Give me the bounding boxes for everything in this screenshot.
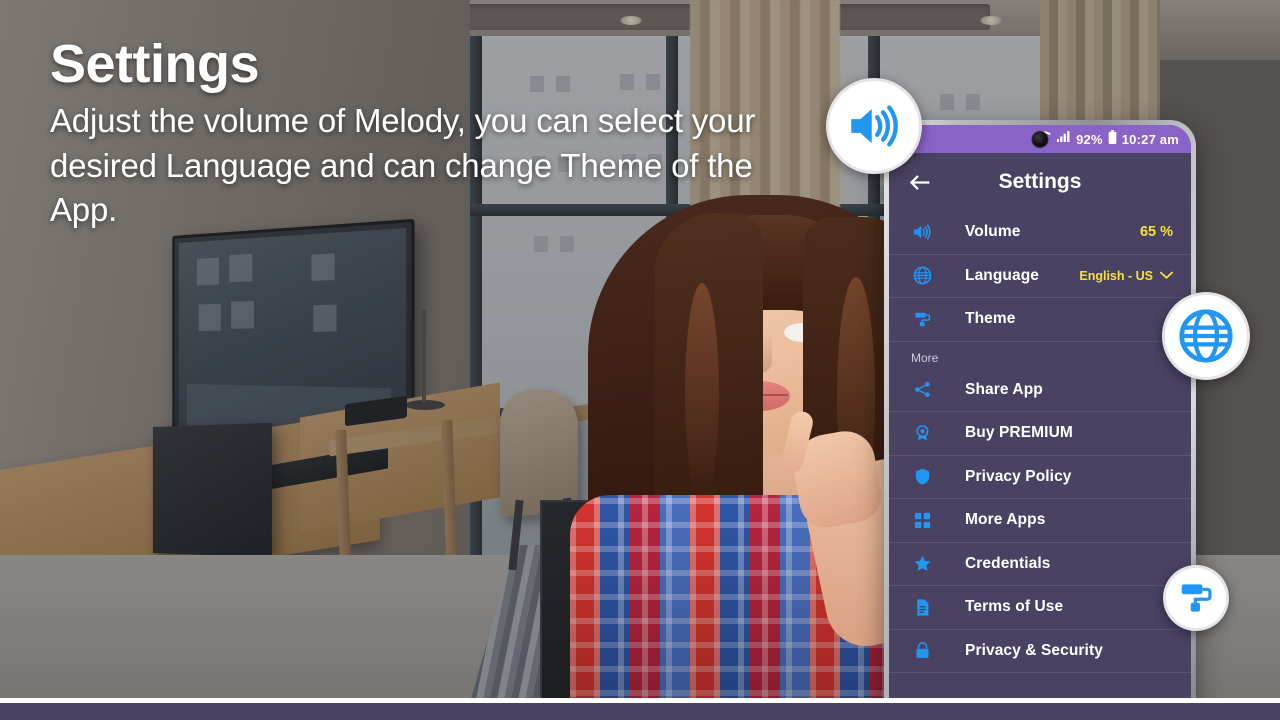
- settings-row-label: Privacy Policy: [965, 467, 1072, 485]
- promo-screenshot: Settings Adjust the volume of Melody, yo…: [0, 0, 1280, 720]
- signal-bars-icon: [1057, 130, 1071, 148]
- settings-row-theme[interactable]: Theme: [889, 298, 1191, 342]
- lock-icon: [911, 640, 933, 662]
- front-camera-punch-hole: [1031, 131, 1049, 148]
- language-value: English - US: [1079, 268, 1153, 283]
- volume-value: 65 %: [1139, 224, 1173, 241]
- app-bar: Settings: [889, 153, 1191, 211]
- settings-row-buy-premium[interactable]: Buy PREMIUM: [889, 412, 1191, 456]
- apps-icon: [911, 509, 933, 531]
- language-badge: [1162, 292, 1250, 380]
- settings-row-credentials[interactable]: Credentials: [889, 543, 1191, 586]
- settings-row-privacy-security[interactable]: Privacy & Security: [889, 630, 1191, 673]
- theme-badge: [1163, 565, 1229, 631]
- shield-icon: [911, 466, 933, 488]
- paint-roller-icon: [911, 308, 933, 330]
- app-bar-title: Settings: [998, 170, 1082, 193]
- section-header-more: More: [911, 350, 939, 365]
- globe-icon: [911, 265, 933, 287]
- settings-row-label: Privacy & Security: [965, 641, 1103, 659]
- settings-row-label: Theme: [965, 310, 1016, 328]
- settings-row-label: Buy PREMIUM: [965, 424, 1073, 442]
- page-title: Settings: [50, 34, 260, 94]
- volume-badge: [826, 78, 922, 174]
- star-icon: [911, 553, 933, 575]
- back-arrow-icon[interactable]: [905, 168, 933, 196]
- settings-row-label: Terms of Use: [965, 598, 1064, 616]
- settings-row-label: Volume: [965, 223, 1021, 241]
- settings-row-more-apps[interactable]: More Apps: [889, 499, 1191, 543]
- medal-icon: [911, 422, 933, 444]
- settings-list: Volume 65 % Language English - US Theme …: [889, 211, 1191, 673]
- status-time: 10:27 am: [1121, 131, 1179, 147]
- settings-row-label: More Apps: [965, 511, 1046, 529]
- settings-row-label: Credentials: [965, 554, 1051, 572]
- settings-row-terms-of-use[interactable]: Terms of Use: [889, 586, 1191, 630]
- settings-row-label: Share App: [965, 380, 1043, 398]
- settings-row-privacy-policy[interactable]: Privacy Policy: [889, 456, 1191, 499]
- settings-row-language[interactable]: Language English - US: [889, 255, 1191, 298]
- settings-row-label: Language: [965, 266, 1040, 284]
- share-icon: [911, 379, 933, 401]
- document-icon: [911, 596, 933, 618]
- settings-row-share-app[interactable]: Share App: [889, 369, 1191, 412]
- battery-percent: 92%: [1076, 131, 1103, 147]
- chevron-down-icon[interactable]: [1160, 271, 1173, 280]
- phone-screen: 92% 10:27 am Settings Volume 65 % Langua…: [889, 125, 1191, 720]
- settings-row-volume[interactable]: Volume 65 %: [889, 211, 1191, 255]
- status-bar: 92% 10:27 am: [889, 125, 1191, 153]
- phone-mockup: 92% 10:27 am Settings Volume 65 % Langua…: [884, 120, 1196, 720]
- battery-icon: [1108, 129, 1117, 149]
- bottom-bar: [0, 703, 1280, 720]
- volume-speaker-icon: [911, 221, 933, 243]
